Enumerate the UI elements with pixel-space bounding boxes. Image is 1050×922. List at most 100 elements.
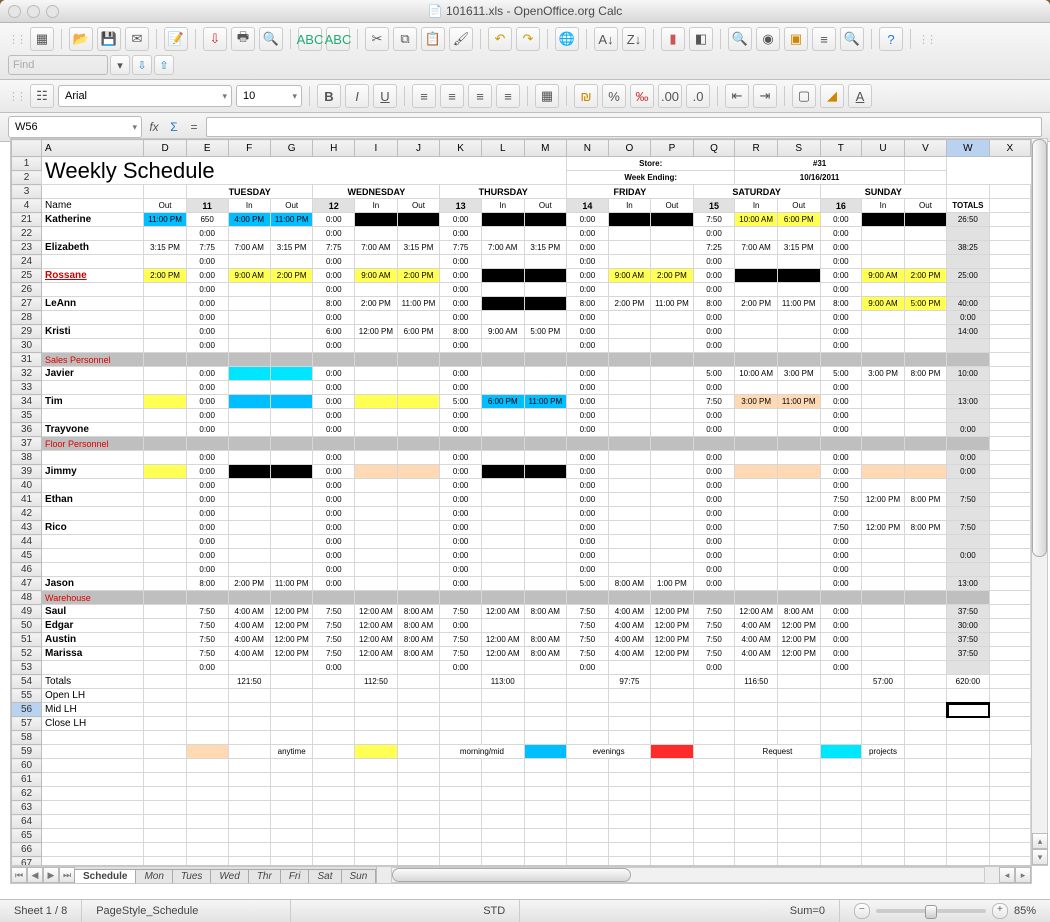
- format-grip-icon[interactable]: ⋮⋮: [8, 90, 24, 103]
- sheet-tab[interactable]: Sat: [308, 869, 341, 883]
- toolbar-grip-icon[interactable]: ⋮⋮: [8, 33, 24, 46]
- font-name-combo[interactable]: Arial: [58, 85, 232, 107]
- titlebar[interactable]: 📄 101611.xls - OpenOffice.org Calc: [0, 0, 1050, 23]
- column-header[interactable]: K: [440, 140, 482, 157]
- redo-button[interactable]: ↷: [516, 27, 540, 51]
- align-left-button[interactable]: ≡: [412, 84, 436, 108]
- borders-button[interactable]: ▢: [792, 84, 816, 108]
- export-pdf-button[interactable]: ⇩: [203, 27, 227, 51]
- column-header[interactable]: J: [397, 140, 440, 157]
- status-sum[interactable]: Sum=0: [776, 900, 840, 922]
- sort-desc-button[interactable]: Z↓: [622, 27, 646, 51]
- find-input[interactable]: Find: [8, 55, 108, 75]
- align-right-button[interactable]: ≡: [468, 84, 492, 108]
- column-header[interactable]: I: [355, 140, 398, 157]
- scroll-up-button[interactable]: ▴: [1032, 833, 1048, 849]
- add-decimal-button[interactable]: .00: [658, 84, 682, 108]
- bgcolor-button[interactable]: ◢: [820, 84, 844, 108]
- next-sheet-button[interactable]: ▶: [43, 867, 59, 883]
- zoom-out-button[interactable]: −: [854, 903, 870, 919]
- vertical-scrollbar[interactable]: ▴ ▾: [1031, 138, 1048, 866]
- sheet-tab[interactable]: Schedule: [74, 869, 136, 883]
- print-preview-button[interactable]: 🔍: [259, 27, 283, 51]
- copy-button[interactable]: ⧉: [393, 27, 417, 51]
- navigator-button[interactable]: ◉: [756, 27, 780, 51]
- column-header[interactable]: X: [989, 140, 1030, 157]
- column-header[interactable]: D: [144, 140, 187, 157]
- column-header[interactable]: G: [270, 140, 313, 157]
- show-draw-button[interactable]: ◧: [689, 27, 713, 51]
- horizontal-scrollbar[interactable]: [391, 867, 985, 883]
- sort-asc-button[interactable]: A↓: [594, 27, 618, 51]
- scroll-right-button[interactable]: ▸: [1015, 867, 1031, 883]
- merge-cells-button[interactable]: ▦: [535, 84, 559, 108]
- column-header[interactable]: M: [524, 140, 567, 157]
- column-header[interactable]: U: [862, 140, 905, 157]
- zoom-control[interactable]: − + 85%: [840, 900, 1050, 922]
- help-button[interactable]: ?: [879, 27, 903, 51]
- status-mode[interactable]: STD: [291, 900, 520, 922]
- undo-button[interactable]: ↶: [488, 27, 512, 51]
- column-header[interactable]: V: [904, 140, 946, 157]
- gallery-button[interactable]: ▣: [784, 27, 808, 51]
- paste-button[interactable]: 📋: [421, 27, 445, 51]
- scroll-left-button[interactable]: ◂: [999, 867, 1015, 883]
- equals-button[interactable]: =: [186, 120, 202, 134]
- status-pagestyle[interactable]: PageStyle_Schedule: [82, 900, 291, 922]
- currency-button[interactable]: ₪: [574, 84, 598, 108]
- styles-button[interactable]: ☷: [30, 84, 54, 108]
- remove-decimal-button[interactable]: .0: [686, 84, 710, 108]
- cell-reference-box[interactable]: W56: [8, 116, 142, 138]
- find-prev-button[interactable]: ⇧: [154, 55, 174, 75]
- zoom-button[interactable]: 🔍: [840, 27, 864, 51]
- font-size-combo[interactable]: 10: [236, 85, 302, 107]
- column-header[interactable]: S: [777, 140, 820, 157]
- zoom-in-button[interactable]: +: [992, 903, 1008, 919]
- column-header[interactable]: W: [947, 140, 989, 157]
- sheet-tab[interactable]: Fri: [280, 869, 310, 883]
- find-replace-button[interactable]: 🔍: [728, 27, 752, 51]
- align-center-button[interactable]: ≡: [440, 84, 464, 108]
- column-header[interactable]: H: [313, 140, 355, 157]
- column-header[interactable]: A: [42, 140, 144, 157]
- open-button[interactable]: 📂: [69, 27, 93, 51]
- align-justify-button[interactable]: ≡: [496, 84, 520, 108]
- column-header[interactable]: O: [608, 140, 650, 157]
- first-sheet-button[interactable]: ⏮: [11, 867, 27, 883]
- scroll-down-button[interactable]: ▾: [1032, 849, 1048, 865]
- column-header[interactable]: T: [820, 140, 862, 157]
- italic-button[interactable]: I: [345, 84, 369, 108]
- decrease-indent-button[interactable]: ⇤: [725, 84, 749, 108]
- last-sheet-button[interactable]: ⏭: [59, 867, 75, 883]
- fontcolor-button[interactable]: A: [848, 84, 872, 108]
- prev-sheet-button[interactable]: ◀: [27, 867, 43, 883]
- underline-button[interactable]: U: [373, 84, 397, 108]
- bold-button[interactable]: B: [317, 84, 341, 108]
- formula-input[interactable]: [206, 117, 1042, 137]
- column-header[interactable]: F: [228, 140, 270, 157]
- standard-format-button[interactable]: ‰: [630, 84, 654, 108]
- edit-doc-button[interactable]: 📝: [164, 27, 188, 51]
- datasources-button[interactable]: ≡: [812, 27, 836, 51]
- spreadsheet-grid[interactable]: ADEFGHIJKLMNOPQRSTUVWX1Weekly ScheduleSt…: [10, 138, 1032, 866]
- email-button[interactable]: ✉: [125, 27, 149, 51]
- chart-button[interactable]: ▮: [661, 27, 685, 51]
- sheet-tab[interactable]: Sun: [341, 869, 377, 883]
- column-header[interactable]: E: [186, 140, 228, 157]
- spellcheck-button[interactable]: ABC: [298, 27, 322, 51]
- hyperlink-button[interactable]: 🌐: [555, 27, 579, 51]
- sheet-tab[interactable]: Mon: [135, 869, 172, 883]
- column-header[interactable]: L: [481, 140, 524, 157]
- new-doc-button[interactable]: ▦: [30, 27, 54, 51]
- column-header[interactable]: R: [735, 140, 778, 157]
- function-wizard-button[interactable]: fx: [146, 120, 162, 134]
- find-dropdown-icon[interactable]: ▾: [110, 55, 130, 75]
- sum-button[interactable]: Σ: [166, 120, 182, 134]
- sheet-tab[interactable]: Wed: [210, 869, 248, 883]
- column-header[interactable]: P: [651, 140, 694, 157]
- format-paintbrush-button[interactable]: 🖌: [449, 27, 473, 51]
- column-header[interactable]: N: [567, 140, 609, 157]
- save-button[interactable]: 💾: [97, 27, 121, 51]
- print-button[interactable]: 🖶: [231, 27, 255, 51]
- column-header[interactable]: Q: [693, 140, 735, 157]
